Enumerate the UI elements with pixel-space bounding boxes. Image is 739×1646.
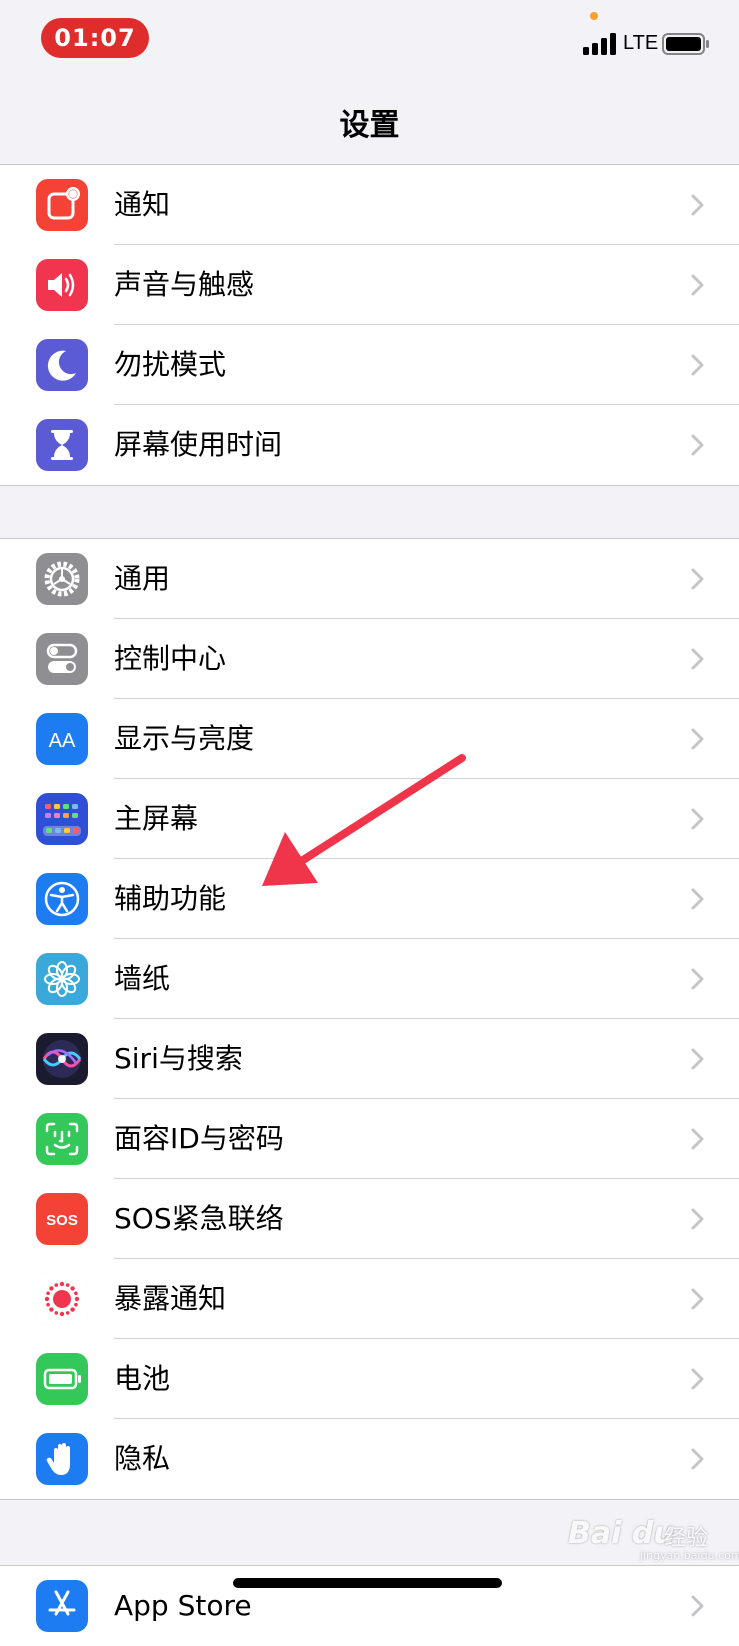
settings-row-label: 暴露通知 bbox=[114, 1282, 227, 1315]
privacy-indicator-dot bbox=[590, 12, 598, 20]
face-id-icon bbox=[36, 1113, 88, 1165]
settings-row-do-not-disturb[interactable]: 勿扰模式 bbox=[0, 325, 739, 405]
settings-row-privacy[interactable]: 隐私 bbox=[0, 1419, 739, 1499]
baidu-watermark: Bai du 经验 jingyan.baidu.com bbox=[568, 1516, 739, 1566]
control-center-toggles-icon bbox=[36, 633, 88, 685]
settings-row-home-screen[interactable]: 主屏幕 bbox=[0, 779, 739, 859]
settings-row-sounds[interactable]: 声音与触感 bbox=[0, 245, 739, 325]
watermark-brand: 经验 bbox=[664, 1526, 709, 1551]
chevron-right-icon bbox=[691, 434, 704, 456]
settings-row-accessibility[interactable]: 辅助功能 bbox=[0, 859, 739, 939]
exposure-notification-icon bbox=[36, 1273, 88, 1325]
chevron-right-icon bbox=[691, 274, 704, 296]
settings-row-wallpaper[interactable]: 墙纸 bbox=[0, 939, 739, 1019]
settings-row-general[interactable]: 通用 bbox=[0, 539, 739, 619]
settings-row-label: App Store bbox=[114, 1589, 252, 1622]
chevron-right-icon bbox=[691, 1448, 704, 1470]
app-store-icon bbox=[36, 1580, 88, 1632]
settings-row-label: 声音与触感 bbox=[114, 268, 255, 301]
status-time[interactable]: 01:07 bbox=[41, 18, 149, 58]
chevron-right-icon bbox=[691, 1208, 704, 1230]
home-indicator[interactable] bbox=[233, 1578, 502, 1588]
chevron-right-icon bbox=[691, 194, 704, 216]
chevron-right-icon bbox=[691, 728, 704, 750]
network-type: LTE bbox=[623, 32, 659, 54]
settings-row-exposure-notification[interactable]: 暴露通知 bbox=[0, 1259, 739, 1339]
screen-time-hourglass-icon bbox=[36, 419, 88, 471]
settings-row-siri-search[interactable]: Siri与搜索 bbox=[0, 1019, 739, 1099]
settings-row-notifications[interactable]: 通知 bbox=[0, 165, 739, 245]
sounds-icon bbox=[36, 259, 88, 311]
sos-icon-text: SOS bbox=[46, 1212, 78, 1229]
chevron-right-icon bbox=[691, 1288, 704, 1310]
settings-row-label: 显示与亮度 bbox=[114, 722, 255, 755]
sos-icon: SOS bbox=[36, 1193, 88, 1245]
settings-row-emergency-sos[interactable]: SOS SOS紧急联络 bbox=[0, 1179, 739, 1259]
chevron-right-icon bbox=[691, 1595, 704, 1617]
settings-row-label: 隐私 bbox=[114, 1442, 171, 1475]
settings-row-label: 辅助功能 bbox=[114, 882, 227, 915]
display-brightness-aa-icon: AA bbox=[36, 713, 88, 765]
settings-row-label: 屏幕使用时间 bbox=[114, 428, 283, 461]
settings-row-label: SOS紧急联络 bbox=[114, 1202, 284, 1235]
chevron-right-icon bbox=[691, 808, 704, 830]
settings-row-battery[interactable]: 电池 bbox=[0, 1339, 739, 1419]
siri-icon bbox=[36, 1033, 88, 1085]
settings-row-screen-time[interactable]: 屏幕使用时间 bbox=[0, 405, 739, 485]
home-screen-grid-icon bbox=[36, 793, 88, 845]
settings-row-face-id[interactable]: 面容ID与密码 bbox=[0, 1099, 739, 1179]
watermark-logo: Bai du bbox=[568, 1516, 675, 1551]
battery-icon bbox=[36, 1353, 88, 1405]
settings-row-label: 勿扰模式 bbox=[114, 348, 227, 381]
settings-row-label: Siri与搜索 bbox=[114, 1042, 243, 1075]
status-bar: 01:07 LTE bbox=[0, 0, 739, 88]
chevron-right-icon bbox=[691, 968, 704, 990]
settings-row-label: 电池 bbox=[114, 1362, 171, 1395]
settings-row-control-center[interactable]: 控制中心 bbox=[0, 619, 739, 699]
settings-row-label: 墙纸 bbox=[114, 962, 171, 995]
notifications-icon bbox=[36, 179, 88, 231]
settings-row-display-brightness[interactable]: AA 显示与亮度 bbox=[0, 699, 739, 779]
display-brightness-icon-text: AA bbox=[49, 730, 76, 752]
wallpaper-flower-icon bbox=[36, 953, 88, 1005]
settings-group-general: 通用 控制中心 AA 显示与亮度 主屏幕 辅助功能 墙纸 Siri与搜索 面容I… bbox=[0, 538, 739, 1500]
chevron-right-icon bbox=[691, 568, 704, 590]
settings-group-notifications: 通知 声音与触感 勿扰模式 屏幕使用时间 bbox=[0, 165, 739, 486]
settings-row-label: 主屏幕 bbox=[114, 802, 199, 835]
settings-row-label: 通知 bbox=[114, 188, 171, 221]
general-gear-icon bbox=[36, 553, 88, 605]
chevron-right-icon bbox=[691, 888, 704, 910]
settings-row-label: 控制中心 bbox=[114, 642, 227, 675]
page-title: 设置 bbox=[339, 108, 400, 143]
battery-status-icon bbox=[662, 33, 709, 55]
privacy-hand-icon bbox=[36, 1433, 88, 1485]
cellular-signal-icon bbox=[583, 33, 616, 55]
chevron-right-icon bbox=[691, 1368, 704, 1390]
do-not-disturb-moon-icon bbox=[36, 339, 88, 391]
accessibility-person-icon bbox=[36, 873, 88, 925]
chevron-right-icon bbox=[691, 1048, 704, 1070]
watermark-url: jingyan.baidu.com bbox=[640, 1549, 739, 1562]
settings-row-label: 通用 bbox=[114, 562, 171, 595]
chevron-right-icon bbox=[691, 1128, 704, 1150]
settings-row-label: 面容ID与密码 bbox=[114, 1122, 284, 1155]
chevron-right-icon bbox=[691, 354, 704, 376]
chevron-right-icon bbox=[691, 648, 704, 670]
